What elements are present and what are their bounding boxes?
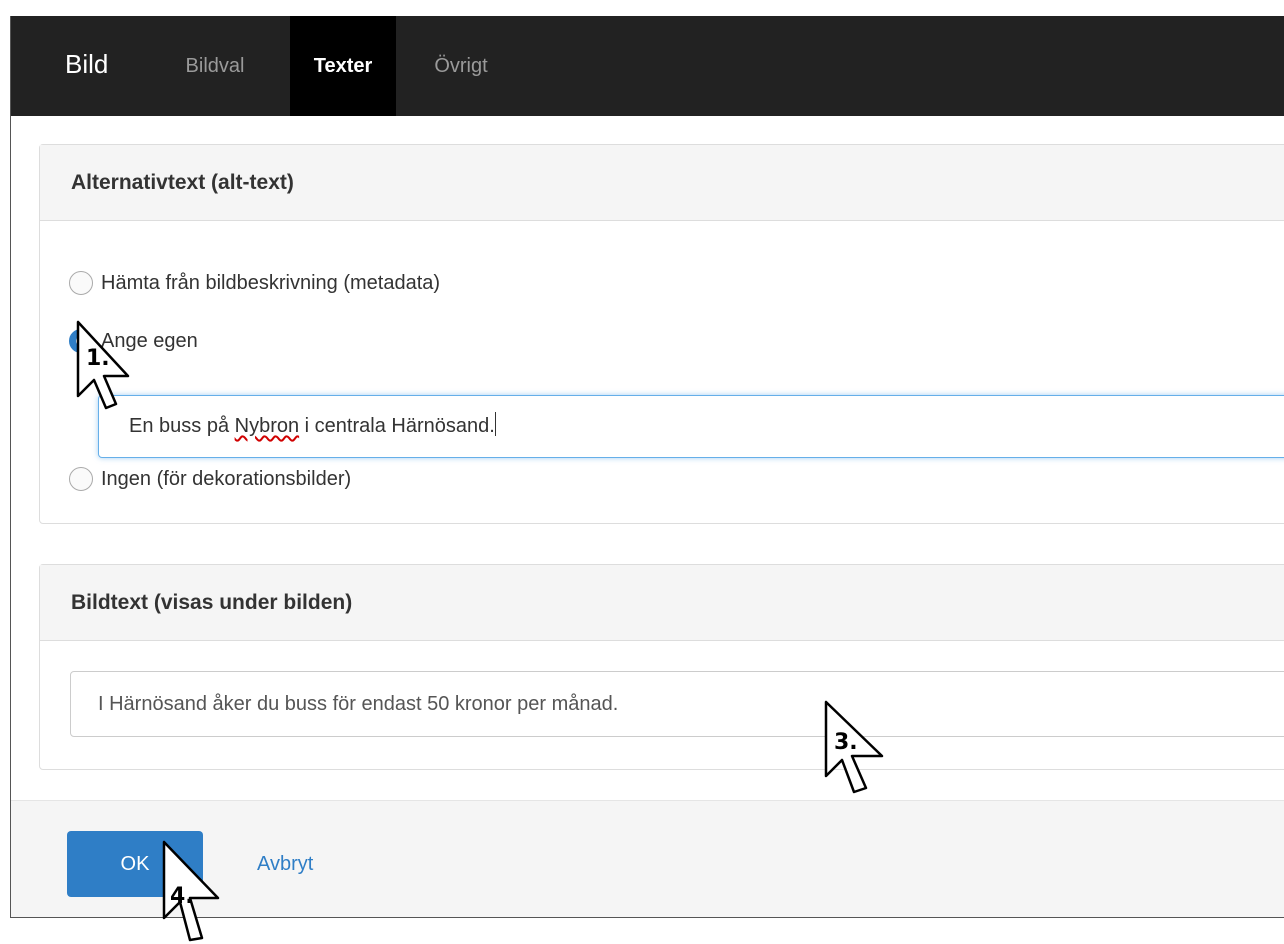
step-four-label: 4. bbox=[170, 884, 194, 909]
alt-text-value-start: En buss på bbox=[129, 415, 235, 437]
dialog-title: Bild bbox=[65, 49, 109, 79]
cancel-link[interactable]: Avbryt bbox=[257, 831, 313, 897]
alt-text-panel-title: Alternativtext (alt-text) bbox=[40, 145, 1284, 221]
top-navbar: Bild Bildval Texter Övrigt bbox=[11, 16, 1284, 116]
dialog-body: Alternativtext (alt-text) Hämta från bil… bbox=[11, 116, 1284, 800]
text-caret bbox=[494, 412, 496, 436]
radio-label: Ingen (för dekorationsbilder) bbox=[101, 468, 352, 490]
radio-button[interactable] bbox=[69, 271, 93, 295]
tab-bildval[interactable]: Bildval bbox=[161, 16, 269, 116]
caption-panel: Bildtext (visas under bilden) I Härnösan… bbox=[39, 564, 1284, 770]
step-three-label: 3. bbox=[834, 730, 858, 755]
caption-panel-title: Bildtext (visas under bilden) bbox=[40, 565, 1284, 641]
image-dialog: Bild Bildval Texter Övrigt Alternativtex… bbox=[10, 16, 1284, 918]
alt-text-value-end: i centrala Härnösand. bbox=[299, 415, 495, 437]
step-one-label: 1. bbox=[86, 346, 110, 371]
radio-label: Hämta från bildbeskrivning (metadata) bbox=[101, 272, 441, 294]
tab-texter[interactable]: Texter bbox=[290, 16, 396, 116]
misspelled-word: Nybron bbox=[234, 415, 300, 437]
caption-input[interactable]: I Härnösand åker du buss för endast 50 k… bbox=[70, 671, 1284, 737]
alt-text-panel: Alternativtext (alt-text) Hämta från bil… bbox=[39, 144, 1284, 524]
tab-ovrigt[interactable]: Övrigt bbox=[401, 16, 521, 116]
radio-button[interactable] bbox=[69, 467, 93, 491]
alt-text-input[interactable]: En buss på Nybron i centrala Härnösand. bbox=[98, 395, 1284, 458]
